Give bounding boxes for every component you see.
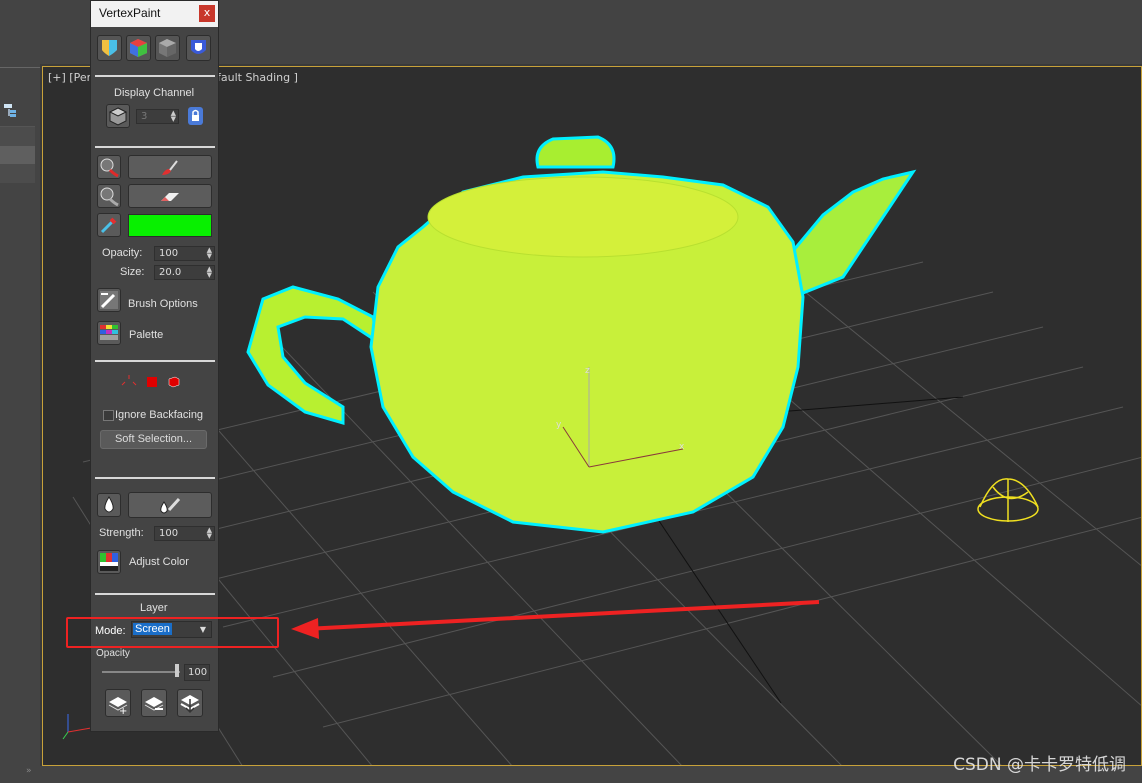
size-label: Size: [120, 266, 145, 278]
palette-icon[interactable] [97, 321, 121, 345]
panel-titlebar[interactable]: VertexPaint x [91, 1, 218, 27]
palette-label[interactable]: Palette [129, 329, 163, 341]
disable-shading-icon[interactable] [186, 35, 211, 61]
blur-brush-button[interactable] [128, 492, 212, 518]
lock-icon[interactable] [188, 107, 203, 125]
strength-label: Strength: [99, 527, 144, 539]
brush-options-label[interactable]: Brush Options [128, 298, 198, 310]
hierarchy-icon[interactable] [4, 104, 18, 118]
layer-opacity-label: Opacity [96, 648, 130, 659]
channel-spinner[interactable]: 3 ▲ ▼ [136, 109, 179, 124]
section-divider [95, 146, 215, 148]
corner-axis-gizmo [62, 714, 92, 740]
paint-all-icon[interactable] [97, 155, 121, 179]
color-picker-icon[interactable] [97, 213, 121, 237]
strength-value: 100 [159, 528, 179, 539]
strength-spinner[interactable]: 100 ▲ ▼ [154, 526, 215, 541]
adjust-color-icon[interactable] [97, 550, 121, 574]
paint-brush-button[interactable] [128, 155, 212, 179]
section-divider [95, 477, 215, 479]
selection-level-icons[interactable] [121, 373, 186, 391]
soft-selection-button[interactable]: Soft Selection... [100, 430, 207, 449]
viewport-shading-label[interactable]: fault Shading ] [217, 71, 298, 84]
brush-options-icon[interactable] [97, 288, 121, 312]
vertex-color-cube-icon[interactable] [126, 35, 151, 61]
layer-opacity-slider-handle[interactable] [175, 664, 179, 677]
paint-color-swatch[interactable] [128, 214, 212, 237]
blur-drop-icon[interactable] [97, 493, 121, 517]
erase-button[interactable] [128, 184, 212, 208]
size-spinner[interactable]: 20.0 ▲ ▼ [154, 265, 215, 280]
ignore-backfacing-checkbox[interactable] [103, 410, 114, 421]
ignore-backfacing-label: Ignore Backfacing [115, 409, 204, 421]
layer-opacity-value: 100 [188, 667, 208, 678]
layer-section-label: Layer [140, 602, 168, 614]
size-value: 20.0 [159, 267, 182, 278]
minus-icon [155, 708, 163, 710]
opacity-value: 100 [159, 248, 179, 259]
channel-value: 3 [141, 111, 148, 122]
opacity-spinner[interactable]: 100 ▲ ▼ [154, 246, 215, 261]
app-window: z y x [+] [Pers fault Shading ] » Vertex… [0, 0, 1142, 783]
highlight-box-annotation [66, 617, 279, 648]
section-divider [95, 360, 215, 362]
teapot-model [246, 135, 917, 534]
close-button[interactable]: x [199, 5, 215, 22]
section-divider [95, 593, 215, 595]
condense-layers-button[interactable] [177, 689, 203, 717]
layer-opacity-field[interactable]: 100 [184, 664, 210, 681]
channel-cube-icon[interactable] [106, 104, 130, 128]
axis-x-label: x [679, 442, 685, 452]
adjust-color-label[interactable]: Adjust Color [129, 556, 189, 568]
left-side-panel [0, 0, 40, 783]
panel-title: VertexPaint [99, 6, 161, 20]
display-channel-label: Display Channel [114, 87, 195, 99]
plus-icon: + [119, 706, 127, 716]
divider [0, 67, 40, 68]
paint-mode-icon[interactable] [97, 35, 122, 61]
section-divider [95, 75, 215, 77]
erase-all-icon[interactable] [97, 184, 121, 208]
expand-icon[interactable]: » [26, 766, 32, 776]
axis-y-label: y [556, 420, 562, 430]
remove-layer-button[interactable] [141, 689, 167, 717]
left-list-selected-row[interactable] [0, 146, 35, 164]
axis-z-label: z [585, 366, 590, 376]
watermark: CSDN @卡卡罗特低调 [953, 755, 1126, 775]
add-layer-button[interactable]: + [105, 689, 131, 717]
layer-opacity-slider[interactable] [102, 671, 180, 673]
opacity-label: Opacity: [102, 247, 143, 259]
shaded-cube-icon[interactable] [155, 35, 180, 61]
